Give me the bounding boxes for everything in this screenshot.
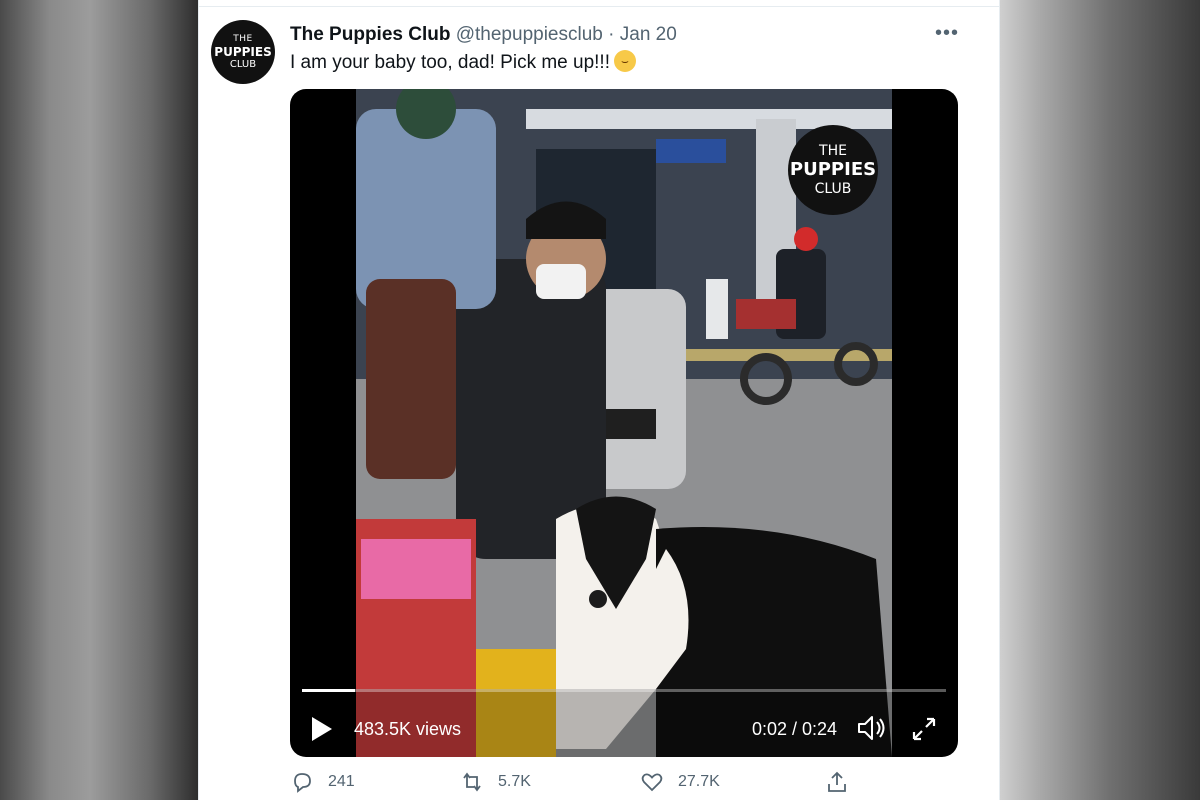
volume-icon[interactable] (856, 713, 888, 743)
avatar-text-line2: PUPPIES (214, 44, 272, 59)
tweet-card: THE PUPPIES CLUB The Puppies Club @thepu… (198, 0, 1000, 800)
watermark-text-line1: THE (819, 143, 847, 159)
tweet-body: I am your baby too, dad! Pick me up!!! (290, 52, 610, 74)
share-button[interactable] (825, 770, 863, 794)
tweet-date[interactable]: Jan 20 (620, 24, 677, 45)
watermark-logo: THE PUPPIES CLUB (788, 125, 878, 215)
like-count: 27.7K (678, 773, 720, 790)
more-options-button[interactable]: ••• (935, 22, 959, 45)
retweet-count: 5.7K (498, 773, 531, 790)
video-time: 0:02 / 0:24 (752, 719, 838, 739)
video-player[interactable]: THE PUPPIES CLUB 483.5K views 0:02 / 0:2… (290, 89, 958, 757)
tweet-text: I am your baby too, dad! Pick me up!!! ⌣ (290, 50, 636, 74)
video-frame[interactable]: THE PUPPIES CLUB (356, 89, 892, 757)
user-handle[interactable]: @thepuppiesclub (456, 24, 603, 45)
progress-bar[interactable] (302, 689, 946, 692)
fullscreen-icon[interactable] (910, 715, 938, 743)
play-icon[interactable] (310, 715, 334, 743)
share-icon (828, 771, 846, 792)
progress-fill (302, 689, 356, 692)
heart-icon (641, 773, 663, 792)
background-right (1000, 0, 1200, 800)
like-button[interactable]: 27.7K (640, 770, 720, 794)
reply-count: 241 (328, 773, 355, 790)
separator: · (608, 24, 615, 45)
retweet-icon (463, 772, 481, 792)
tweet-header: The Puppies Club @thepuppiesclub · Jan 2… (290, 24, 677, 46)
avatar-text-line1: THE (233, 33, 253, 44)
background-left (0, 0, 200, 800)
watermark-text-line3: CLUB (814, 181, 852, 197)
view-count: 483.5K views (354, 719, 462, 739)
display-name[interactable]: The Puppies Club (290, 24, 450, 45)
avatar-text-line3: CLUB (229, 58, 257, 70)
watermark-text-line2: PUPPIES (789, 159, 877, 180)
avatar[interactable]: THE PUPPIES CLUB (211, 20, 275, 84)
reply-button[interactable]: 241 (290, 770, 355, 794)
reply-icon (294, 773, 311, 793)
divider (199, 6, 999, 7)
joy-emoji-icon: ⌣ (614, 50, 636, 72)
retweet-button[interactable]: 5.7K (460, 770, 531, 794)
tweet-actions: 241 5.7K 27.7K (290, 770, 950, 800)
